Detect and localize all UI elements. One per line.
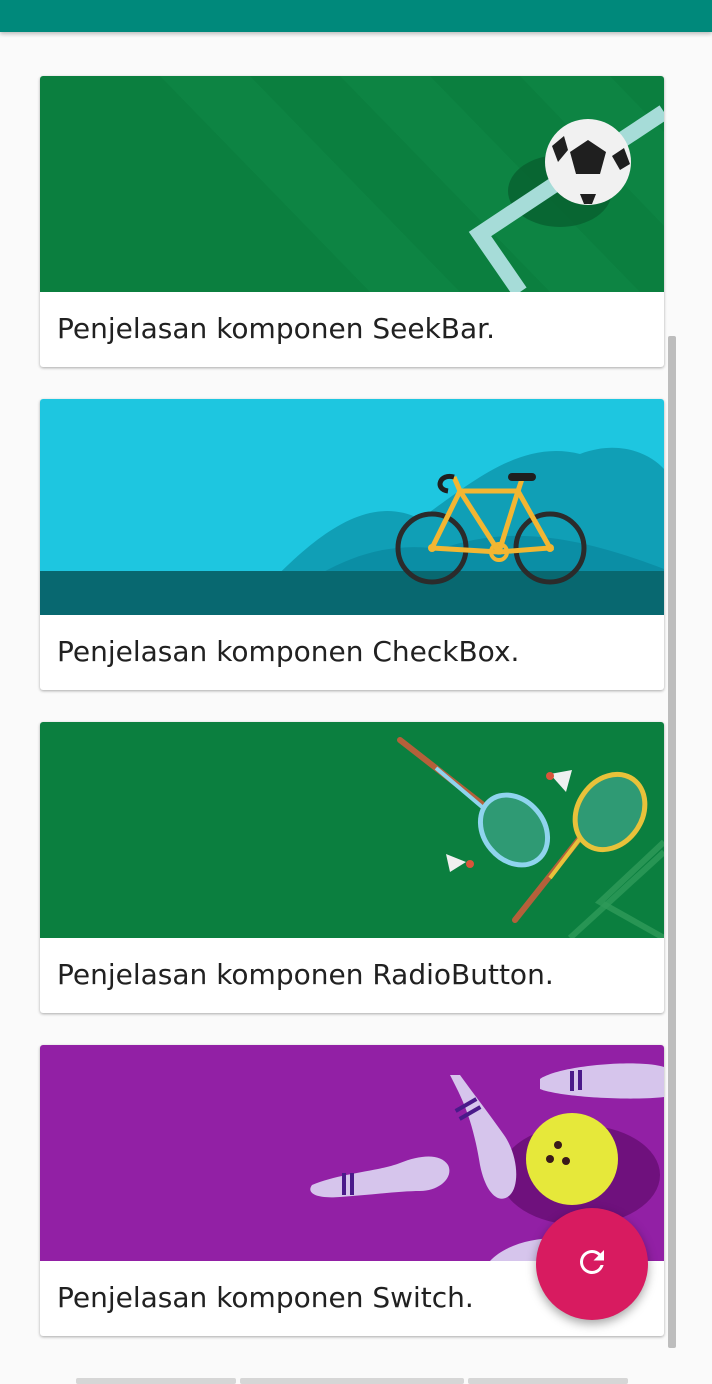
refresh-button[interactable] [536,1208,648,1320]
card-description: Penjelasan komponen RadioButton. [57,958,554,991]
bottom-nav-indicator [76,1378,628,1384]
bicycle-image [40,399,664,615]
soccer-image [40,76,664,292]
card-description: Penjelasan komponen SeekBar. [57,312,495,345]
refresh-icon [574,1244,610,1284]
scrollbar[interactable] [668,336,676,1348]
card-seekbar[interactable]: SeekBar Penjelasan komponen SeekBar. [40,76,664,367]
card-description: Penjelasan komponen Switch. [57,1281,474,1314]
app-bar [0,0,712,32]
card-checkbox[interactable]: CheckBox Penjelasan komponen CheckBox. [40,399,664,690]
badminton-image [40,722,664,938]
card-description: Penjelasan komponen CheckBox. [57,635,520,668]
card-radiobutton[interactable]: RadioButton Penjelasan komponen RadioBut… [40,722,664,1013]
